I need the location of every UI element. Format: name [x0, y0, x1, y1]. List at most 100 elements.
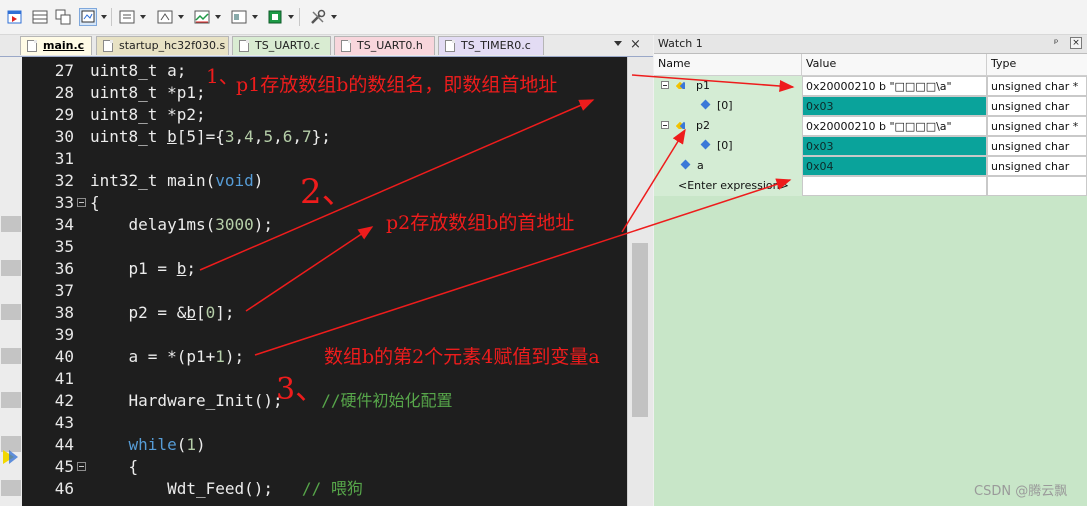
watch-close-button[interactable]: ×: [1070, 37, 1082, 49]
tab-close-button[interactable]: ×: [630, 35, 641, 55]
analyzer-icon[interactable]: [193, 8, 211, 26]
code-comment: // 喂狗: [273, 479, 363, 498]
toolbar: [0, 0, 1087, 35]
select-dropdown-icon[interactable]: [101, 15, 107, 19]
watch-value-cell[interactable]: 0x03: [802, 96, 987, 116]
variable-name: [0]: [717, 139, 733, 152]
code-line-29: uint8_t *p2;: [90, 104, 206, 126]
code-number: 1: [215, 347, 225, 366]
code-number: 4: [244, 127, 254, 146]
tab-ts-uart0-h[interactable]: TS_UART0.h: [334, 36, 435, 55]
tab-startup-hc32f030-s[interactable]: startup_hc32f030.s: [96, 36, 229, 55]
code-text: ;: [186, 259, 196, 278]
annotation-number-1: 1、: [206, 64, 239, 88]
watch-value-cell[interactable]: 0x03: [802, 136, 987, 156]
code-line-28: uint8_t *p1;: [90, 82, 206, 104]
tab-label: main.c: [43, 39, 85, 52]
fold-toggle-icon[interactable]: [77, 198, 86, 207]
line-number: 44: [54, 435, 74, 454]
tab-main-c[interactable]: main.c: [20, 36, 92, 55]
column-header-name[interactable]: Name: [654, 54, 802, 75]
code-line-42: Hardware_Init(); //硬件初始化配置: [90, 390, 453, 412]
code-editor[interactable]: 27 28 29 30 31 32 33 34 35 36 37 38 39 4…: [22, 57, 627, 506]
watch-title-bar: Watch 1 ᵖ ×: [654, 35, 1087, 54]
tab-ts-timer0-c[interactable]: TS_TIMER0.c: [438, 36, 544, 55]
scrollbar-thumb[interactable]: [632, 243, 648, 417]
watch-row[interactable]: a 0x04 unsigned char: [654, 156, 1087, 176]
watch-row[interactable]: [0] 0x03 unsigned char: [654, 136, 1087, 156]
line-number: 39: [54, 325, 74, 344]
layout-icon[interactable]: [230, 8, 248, 26]
code-text: };: [311, 127, 331, 146]
watch-name-cell: [0]: [654, 96, 802, 116]
line-number: 34: [54, 215, 74, 234]
analyzer-dropdown-icon[interactable]: [215, 15, 221, 19]
tab-ts-uart0-c[interactable]: TS_UART0.c: [232, 36, 331, 55]
watch-row[interactable]: [0] 0x03 unsigned char: [654, 96, 1087, 116]
watch-title: Watch 1: [658, 37, 703, 50]
pin-icon[interactable]: ᵖ: [1054, 35, 1058, 52]
variable-name: p1: [696, 79, 710, 92]
file-icon: [445, 40, 455, 52]
line-number: 27: [54, 61, 74, 80]
annotation-text-1: p1存放数组b的数组名，即数组首地址: [236, 74, 558, 96]
watch-value-cell[interactable]: [802, 176, 987, 196]
collapse-toggle-icon[interactable]: [661, 121, 669, 129]
code-number: 5: [263, 127, 274, 146]
watch-column-header: Name Value Type: [654, 54, 1087, 76]
watch-type-cell: [987, 176, 1087, 196]
variable-name: a: [697, 159, 704, 172]
tab-label: TS_UART0.h: [357, 39, 423, 52]
code-line-32: int32_t main(void): [90, 170, 263, 192]
layout-dropdown-icon[interactable]: [252, 15, 258, 19]
breakpoint-marker[interactable]: [1, 348, 21, 364]
code-line-40: a = *(p1+1);: [90, 346, 245, 368]
breakpoint-marker[interactable]: [1, 480, 21, 496]
code-line-44: while(1): [90, 434, 206, 456]
breakpoint-marker[interactable]: [1, 304, 21, 320]
editor-vertical-scrollbar[interactable]: [627, 57, 653, 506]
breakpoint-marker[interactable]: [1, 216, 21, 232]
watch-row[interactable]: <Enter expression>: [654, 176, 1087, 196]
watch-value-cell[interactable]: 0x20000210 b "□□□□\a": [802, 76, 987, 96]
line-number: 41: [54, 369, 74, 388]
watch-row[interactable]: p1 0x20000210 b "□□□□\a" unsigned char *: [654, 76, 1087, 96]
column-header-value[interactable]: Value: [802, 54, 987, 75]
tools-icon[interactable]: [309, 8, 327, 26]
view-icon[interactable]: [54, 8, 72, 26]
enter-expression-input[interactable]: <Enter expression>: [678, 176, 789, 195]
file-icon: [103, 40, 113, 52]
run-icon[interactable]: [6, 8, 24, 26]
tab-label: TS_TIMER0.c: [461, 39, 531, 52]
select-icon[interactable]: [79, 8, 97, 26]
menu-icon[interactable]: [118, 8, 136, 26]
code-text: (: [176, 435, 187, 454]
debug-dropdown-icon[interactable]: [178, 15, 184, 19]
tools-dropdown-icon[interactable]: [331, 15, 337, 19]
menu-dropdown-icon[interactable]: [140, 15, 146, 19]
line-number: 35: [54, 237, 74, 256]
collapse-toggle-icon[interactable]: [661, 81, 669, 89]
toolbar-divider: [111, 8, 112, 26]
window-icon[interactable]: [31, 8, 49, 26]
breakpoint-gutter[interactable]: [0, 57, 22, 506]
watch-type-cell: unsigned char: [987, 136, 1087, 156]
watch-value-cell[interactable]: 0x20000210 b "□□□□\a": [802, 116, 987, 136]
chip-dropdown-icon[interactable]: [288, 15, 294, 19]
debug-icon[interactable]: [156, 8, 174, 26]
code-text: {: [90, 193, 100, 212]
breakpoint-marker[interactable]: [1, 392, 21, 408]
chip-icon[interactable]: [266, 8, 284, 26]
watch-value-cell[interactable]: 0x04: [802, 156, 987, 176]
annotation-text-3: 数组b的第2个元素4赋值到变量a: [324, 346, 600, 368]
fold-toggle-icon[interactable]: [77, 462, 86, 471]
watch-name-cell: <Enter expression>: [654, 176, 802, 196]
breakpoint-marker[interactable]: [1, 260, 21, 276]
column-header-type[interactable]: Type: [987, 54, 1087, 75]
pointer-variable-icon: [676, 81, 685, 89]
watch-window: Watch 1 ᵖ × Name Value Type p1 0x2000021…: [654, 35, 1087, 506]
tab-list-dropdown-icon[interactable]: [614, 41, 622, 46]
code-number: 7: [302, 127, 312, 146]
watch-row[interactable]: p2 0x20000210 b "□□□□\a" unsigned char *: [654, 116, 1087, 136]
code-text: b: [167, 127, 177, 146]
